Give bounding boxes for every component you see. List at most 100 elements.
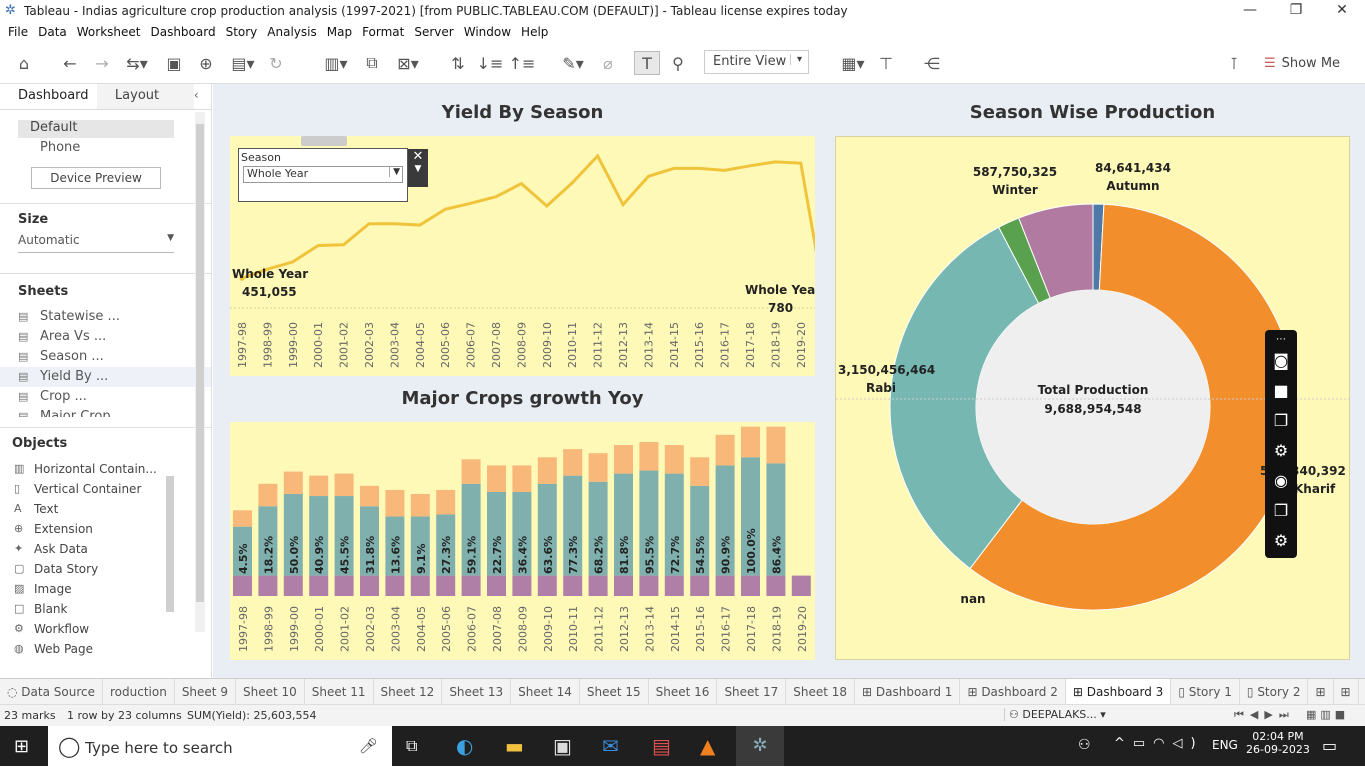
- tab-layout[interactable]: Layout: [96, 84, 194, 109]
- object-item[interactable]: ▯ Vertical Container: [0, 479, 211, 499]
- sheet-tab[interactable]: ▯ Story 2: [1240, 678, 1309, 705]
- duplicate-icon[interactable]: ⧉: [360, 51, 384, 75]
- record-icon[interactable]: ◉: [1265, 466, 1297, 496]
- object-item[interactable]: ⊕ Extension: [0, 519, 211, 539]
- copy-icon[interactable]: ❐: [1265, 496, 1297, 526]
- sheet-tab[interactable]: Sheet 18: [786, 678, 855, 705]
- menu-help[interactable]: Help: [521, 25, 548, 39]
- sheet-tab[interactable]: Sheet 10: [236, 678, 305, 705]
- minimize-button[interactable]: —: [1227, 0, 1273, 22]
- sheet-tab[interactable]: Sheet 17: [717, 678, 787, 705]
- show-labels-icon[interactable]: T: [634, 51, 660, 75]
- sheet-tab[interactable]: Sheet 9: [175, 678, 236, 705]
- device-default[interactable]: Default: [18, 120, 174, 138]
- device-preview-button[interactable]: Device Preview: [31, 167, 161, 189]
- view-size-select[interactable]: Entire View ▾: [704, 50, 809, 74]
- home-icon[interactable]: ⌂: [12, 51, 36, 75]
- camera-icon[interactable]: ◙: [1265, 346, 1297, 376]
- close-button[interactable]: ✕: [1319, 0, 1365, 22]
- mail-icon[interactable]: ✉: [602, 734, 619, 758]
- menu-map[interactable]: Map: [327, 25, 352, 39]
- new-story-icon[interactable]: ⊞: [1359, 679, 1365, 705]
- object-item[interactable]: ◍ Web Page: [0, 639, 211, 659]
- menu-analysis[interactable]: Analysis: [267, 25, 316, 39]
- filter-close-icon[interactable]: ✕ ▼: [408, 149, 428, 187]
- sheet-item[interactable]: ▤ Statewise ...: [0, 307, 211, 327]
- season-filter-dropdown[interactable]: Whole Year ▼: [243, 166, 403, 183]
- screen-recorder-toolbar[interactable]: ⋯ ◙ ■ ❐ ⚙ ◉ ❐ ⚙: [1265, 330, 1297, 558]
- restore-button[interactable]: ❐: [1273, 0, 1319, 22]
- save-icon[interactable]: ▣: [162, 51, 186, 75]
- objects-scrollbar[interactable]: [166, 476, 174, 612]
- refresh-icon[interactable]: ↻: [264, 51, 288, 75]
- menu-server[interactable]: Server: [414, 25, 453, 39]
- sheet-tab[interactable]: ⊞ Dashboard 2: [960, 678, 1066, 705]
- tab-dashboard[interactable]: Dashboard: [0, 84, 97, 109]
- task-view-icon[interactable]: ⧉: [406, 736, 417, 756]
- menu-data[interactable]: Data: [38, 25, 67, 39]
- show-me-button[interactable]: ☰ Show Me: [1260, 51, 1344, 75]
- sort-desc-icon[interactable]: ↑≡: [509, 51, 536, 75]
- undo-icon[interactable]: ←: [58, 51, 82, 75]
- sheet-tab[interactable]: ▯ Story 1: [1171, 678, 1240, 705]
- growth-bar-chart[interactable]: 4.5% 1997-98 18.2% 1998-99 50.0% 1999-00 40.9%…: [230, 422, 837, 660]
- presentation-icon[interactable]: ⊤: [874, 51, 898, 75]
- sheet-item[interactable]: ▤ Yield By ...: [0, 367, 211, 387]
- copy-icon[interactable]: ❐: [1265, 406, 1297, 436]
- collapse-panel-icon[interactable]: ‹: [194, 84, 211, 109]
- left-scrollbar[interactable]: [195, 112, 205, 632]
- menu-worksheet[interactable]: Worksheet: [77, 25, 141, 39]
- show-cards-icon[interactable]: ▦▾: [836, 51, 870, 75]
- sheet-tab[interactable]: roduction: [103, 678, 175, 705]
- object-item[interactable]: □ Blank: [0, 599, 211, 619]
- menu-window[interactable]: Window: [464, 25, 511, 39]
- sort-asc-icon[interactable]: ↓≡: [477, 51, 504, 75]
- sheet-item[interactable]: ▤ Major Crop...: [0, 407, 211, 417]
- menu-format[interactable]: Format: [362, 25, 404, 39]
- clock[interactable]: 02:04 PM 26-09-2023: [1246, 730, 1310, 756]
- sheet-item[interactable]: ▤ Area Vs ...: [0, 327, 211, 347]
- sheet-tab[interactable]: ⊞ Dashboard 1: [855, 678, 961, 705]
- sheet-tab[interactable]: Sheet 14: [511, 678, 580, 705]
- swap-icon[interactable]: ⇅: [446, 51, 470, 75]
- sheet-tab[interactable]: Sheet 11: [305, 678, 374, 705]
- object-item[interactable]: ▨ Image: [0, 579, 211, 599]
- new-dashboard-icon[interactable]: ⊞: [1334, 678, 1359, 705]
- system-tray-icons[interactable]: ^▭◠◁): [1114, 736, 1204, 751]
- sheet-item[interactable]: ▤ Season ...: [0, 347, 211, 367]
- sheet-tab[interactable]: ⊞ Dashboard 3: [1065, 678, 1172, 705]
- redo-icon[interactable]: →: [90, 51, 114, 75]
- object-item[interactable]: ▢ Data Story: [0, 559, 211, 579]
- menu-file[interactable]: File: [8, 25, 28, 39]
- season-filter-card[interactable]: Season Whole Year ▼ ✕ ▼: [238, 148, 428, 202]
- filter-menu-icon[interactable]: ▼: [408, 164, 428, 174]
- more-icon[interactable]: ⋯: [1265, 334, 1297, 346]
- object-item[interactable]: ▥ Horizontal Contain...: [0, 459, 211, 479]
- new-worksheet-icon[interactable]: ⊞: [1308, 678, 1334, 705]
- notifications-icon[interactable]: ▭: [1322, 736, 1337, 755]
- windows-start-icon[interactable]: ⊞: [14, 736, 29, 757]
- settings-icon[interactable]: ⚙: [1265, 436, 1297, 466]
- pause-update-icon[interactable]: ▤▾: [226, 51, 260, 75]
- language-indicator[interactable]: ENG: [1212, 738, 1238, 752]
- tableau-taskbar-icon[interactable]: ✲: [736, 726, 784, 766]
- fix-axes-icon[interactable]: ⚲: [666, 51, 690, 75]
- object-item[interactable]: A Text: [0, 499, 211, 519]
- sheet-item[interactable]: ▤ Crop ...: [0, 387, 211, 407]
- user-menu[interactable]: ⚇ DEEPALAKS... ▾: [1004, 708, 1124, 721]
- settings-icon[interactable]: ⚙: [1265, 526, 1297, 556]
- sheet-navigation[interactable]: ⏮◀▶⏭: [1234, 708, 1295, 722]
- sheet-tab[interactable]: ◌ Data Source: [0, 678, 103, 705]
- new-worksheet-icon[interactable]: ▥▾: [318, 51, 354, 75]
- sheet-tab[interactable]: Sheet 13: [442, 678, 512, 705]
- new-datasource-icon[interactable]: ⊕: [194, 51, 218, 75]
- vlc-icon[interactable]: ▲: [700, 734, 715, 758]
- people-icon[interactable]: ⚇: [1078, 737, 1091, 753]
- app-icon[interactable]: ▤: [652, 734, 671, 758]
- clear-sheet-icon[interactable]: ⊠▾: [390, 51, 426, 75]
- sheet-tab[interactable]: Sheet 16: [649, 678, 718, 705]
- device-phone[interactable]: Phone: [40, 140, 211, 155]
- edge-icon[interactable]: ◐: [456, 734, 473, 758]
- menu-dashboard[interactable]: Dashboard: [150, 25, 215, 39]
- store-icon[interactable]: ▣: [553, 734, 572, 758]
